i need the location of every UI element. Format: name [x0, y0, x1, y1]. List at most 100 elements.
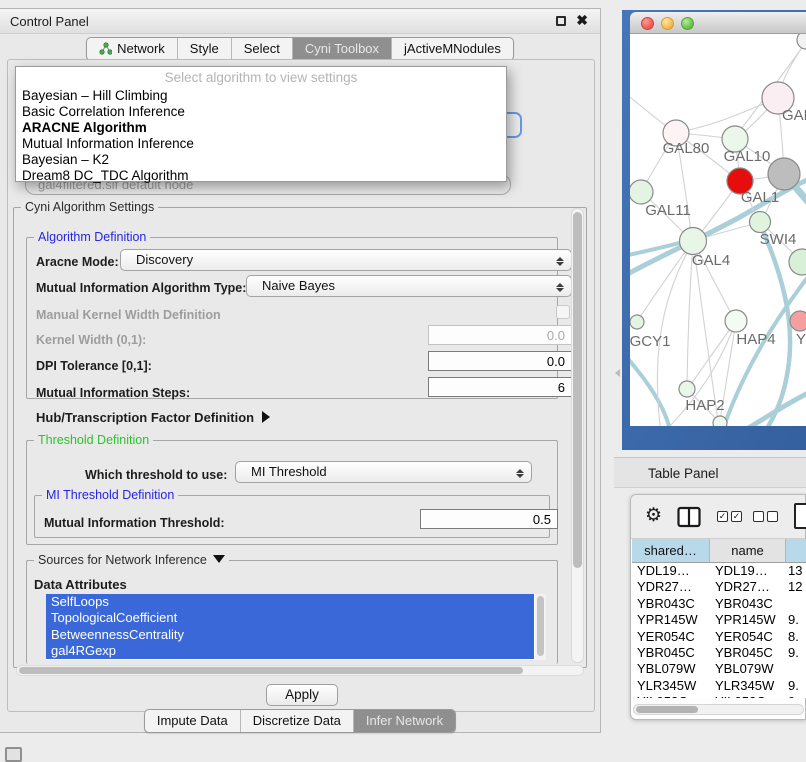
algorithm-definition-title: Algorithm Definition — [34, 230, 150, 244]
attributes-vertical-scrollbar[interactable] — [535, 594, 546, 660]
tab-select[interactable]: Select — [231, 38, 292, 60]
split-pane-handle-icon[interactable] — [615, 369, 620, 377]
close-icon[interactable]: ✖ — [576, 12, 588, 29]
node-label: GAL4 — [692, 252, 730, 269]
aracne-mode-combo[interactable]: Discovery — [120, 249, 572, 271]
mi-threshold-definition-title: MI Threshold Definition — [42, 488, 178, 502]
select-all-columns-icon[interactable]: ✓✓ — [717, 511, 742, 522]
attribute-item-selected[interactable]: TopologicalCoefficient — [46, 610, 534, 626]
network-icon — [99, 42, 112, 55]
table-horizontal-scrollbar[interactable] — [633, 704, 804, 715]
attribute-item-selected[interactable]: gal4RGexp — [46, 643, 534, 659]
settings-horizontal-scrollbar[interactable] — [16, 665, 584, 676]
algorithm-option[interactable]: Basic Correlation Inference — [16, 104, 506, 120]
table-row[interactable]: YDL19…YDL19…13 — [632, 563, 806, 579]
attribute-item-selected[interactable]: BetweennessCentrality — [46, 627, 534, 643]
table-row[interactable]: YLR345WYLR345W9. — [632, 678, 806, 694]
manual-kernel-width-checkbox[interactable] — [556, 305, 570, 319]
node-label: GAL1 — [741, 189, 779, 206]
table-row[interactable]: YBR045CYBR045C9. — [632, 645, 806, 661]
table-panel-title: Table Panel — [648, 466, 719, 481]
control-panel-titlebar: Control Panel ✖ — [0, 9, 600, 34]
tab-discretize-data[interactable]: Discretize Data — [240, 710, 353, 732]
algorithm-option[interactable]: Bayesian – Hill Climbing — [16, 88, 506, 104]
settings-vertical-scrollbar[interactable] — [571, 208, 584, 663]
mi-threshold-label: Mutual Information Threshold: — [44, 516, 225, 530]
node-label: HAP2 — [685, 397, 724, 414]
data-attributes-label: Data Attributes — [34, 577, 127, 592]
application-root: Control Panel ✖ Network Style Select — [0, 0, 806, 762]
mi-algorithm-type-combo[interactable]: Naive Bayes — [246, 275, 572, 297]
table-row[interactable]: YER054CYER054C8. — [632, 629, 806, 645]
table-panel-header: Table Panel — [614, 457, 806, 488]
sources-title[interactable]: Sources for Network Inference — [34, 553, 229, 567]
mi-steps-field[interactable]: 6 — [428, 377, 572, 397]
settings-hscroll-thumb[interactable] — [19, 667, 523, 674]
network-window-titlebar[interactable] — [630, 12, 806, 34]
columns-icon[interactable] — [677, 506, 701, 528]
node-salmon — [790, 311, 806, 331]
mi-threshold-field[interactable]: 0.5 — [420, 509, 558, 529]
table-row[interactable]: YIL052CYIL052C9 — [632, 694, 806, 698]
network-view-canvas[interactable]: GAL GAL80 GAL10 GAL1 GAL11 SWI4 GAL4 GCY… — [630, 34, 806, 426]
collapsed-panel-icon[interactable] — [5, 747, 22, 762]
table-row[interactable]: YDR27…YDR27…12 — [632, 579, 806, 595]
algorithm-option[interactable]: Dream8 DC_TDC Algorithm — [16, 168, 506, 184]
tab-jactivemnodules[interactable]: jActiveMNodules — [391, 38, 513, 60]
tab-cyni-toolbox[interactable]: Cyni Toolbox — [292, 38, 391, 60]
attribute-item-selected[interactable]: SelfLoops — [46, 594, 534, 610]
inference-algorithm-combo-fragment[interactable] — [505, 112, 522, 138]
expanded-arrow-icon — [213, 555, 225, 563]
hub-definition-toggle[interactable]: Hub/Transcription Factor Definition — [36, 410, 270, 425]
column-header-partial[interactable] — [786, 539, 806, 563]
node-label: SWI4 — [760, 231, 797, 248]
tab-impute-data[interactable]: Impute Data — [145, 710, 240, 732]
table-row[interactable]: YBR043CYBR043C — [632, 596, 806, 612]
column-header-shared-name[interactable]: shared… — [632, 539, 710, 563]
close-window-icon[interactable] — [641, 17, 654, 30]
kernel-width-field[interactable]: 0.0 — [428, 325, 572, 345]
which-threshold-combo[interactable]: MI Threshold — [235, 461, 532, 483]
tab-infer-network[interactable]: Infer Network — [353, 710, 455, 732]
node-label: GAL10 — [724, 148, 771, 165]
settings-vscroll-thumb[interactable] — [573, 212, 582, 568]
apply-button[interactable]: Apply — [266, 684, 338, 706]
manual-kernel-width-label: Manual Kernel Width Definition — [36, 308, 221, 322]
zoom-window-icon[interactable] — [681, 17, 694, 30]
minimize-window-icon[interactable] — [661, 17, 674, 30]
table-body: YDL19…YDL19…13 YDR27…YDR27…12 YBR043CYBR… — [632, 563, 806, 698]
control-panel-tabstrip: Network Style Select Cyni Toolbox jActiv… — [0, 37, 600, 61]
node-label: HAP4 — [736, 331, 775, 348]
tab-network[interactable]: Network — [87, 38, 177, 60]
table-row[interactable]: YPR145WYPR145W9. — [632, 612, 806, 628]
control-panel-window: Control Panel ✖ Network Style Select — [0, 8, 601, 733]
algorithm-dropdown-placeholder[interactable]: Select algorithm to view settings — [16, 67, 506, 88]
gear-icon[interactable]: ⚙ — [645, 504, 662, 527]
combo-spinner-icon — [555, 253, 564, 269]
column-header-name[interactable]: name — [710, 539, 786, 563]
dpi-tolerance-label: DPI Tolerance [0,1]: — [36, 359, 152, 373]
mi-steps-label: Mutual Information Steps: — [36, 386, 190, 400]
node-label: GAL11 — [645, 202, 691, 219]
kernel-width-label: Kernel Width (0,1): — [36, 333, 146, 347]
dpi-tolerance-field[interactable]: 0.0 — [428, 351, 572, 371]
algorithm-option[interactable]: Mutual Information Inference — [16, 136, 506, 152]
mi-algorithm-type-label: Mutual Information Algorithm Type: — [36, 281, 246, 295]
table-toolbar: ⚙ ✓✓ — [631, 495, 805, 539]
node-label: GAL80 — [663, 140, 710, 157]
threshold-definition-title: Threshold Definition — [34, 433, 153, 447]
combo-spinner-icon — [515, 465, 524, 481]
deselect-all-columns-icon[interactable] — [753, 511, 778, 522]
table-hscroll-thumb[interactable] — [636, 706, 698, 713]
table-row[interactable]: YBL079WYBL079W — [632, 661, 806, 677]
float-window-icon[interactable] — [556, 16, 566, 26]
attributes-vscroll-thumb[interactable] — [537, 596, 544, 656]
algorithm-option[interactable]: Bayesian – K2 — [16, 152, 506, 168]
node-label: GAL — [782, 107, 806, 124]
export-table-icon[interactable] — [794, 503, 806, 529]
cyni-algorithm-settings-title: Cyni Algorithm Settings — [21, 200, 158, 214]
aracne-mode-label: Aracne Mode: — [36, 255, 119, 269]
algorithm-option-highlighted[interactable]: ARACNE Algorithm — [16, 120, 506, 136]
tab-style[interactable]: Style — [177, 38, 231, 60]
tab-network-label: Network — [117, 41, 165, 56]
